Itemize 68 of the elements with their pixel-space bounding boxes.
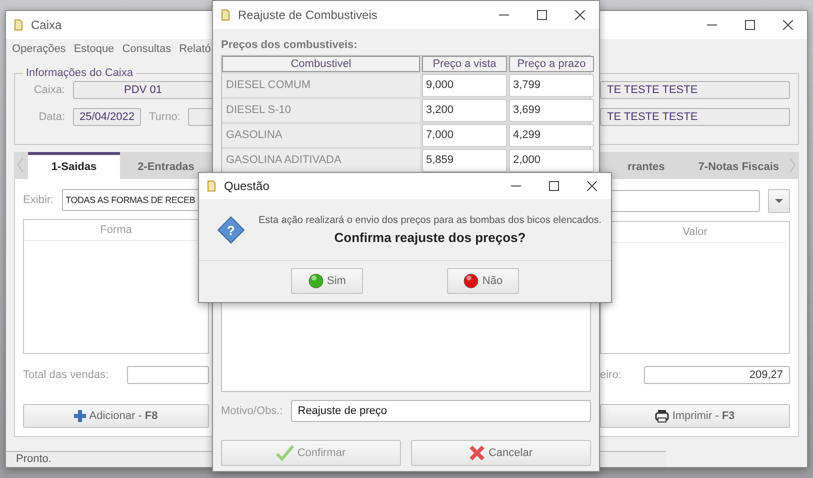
input-field[interactable]: 25/04/2022 xyxy=(73,108,141,126)
price-input[interactable]: 5,859 xyxy=(422,149,507,172)
maximize-icon[interactable] xyxy=(745,20,755,30)
question-icon: ? xyxy=(217,216,245,244)
plus-icon xyxy=(74,410,86,422)
price-input[interactable]: 3,799 xyxy=(509,74,594,97)
input-field[interactable]: Reajuste de preço xyxy=(290,400,591,422)
input-field[interactable]: TE TESTE TESTE xyxy=(600,81,790,99)
menu-item[interactable]: Consultas xyxy=(122,43,172,55)
section-title: Preços dos combustiveis: xyxy=(220,38,358,53)
sphere-icon xyxy=(463,273,480,289)
cross-icon xyxy=(469,445,486,461)
maximize-icon[interactable] xyxy=(549,181,559,191)
input-field[interactable] xyxy=(188,108,213,126)
tab[interactable]: 1-Saidas xyxy=(28,152,120,179)
field-label: Exibir: xyxy=(23,194,54,206)
field-label: Caixa: xyxy=(32,84,65,96)
dropdown-button[interactable] xyxy=(768,189,790,213)
caret-icon xyxy=(775,199,783,203)
price-input[interactable]: 3,699 xyxy=(509,99,594,122)
no-button[interactable]: Não xyxy=(447,268,519,294)
price-input[interactable]: 7,000 xyxy=(422,124,507,147)
window-title: Caixa xyxy=(31,18,63,32)
yes-button[interactable]: Sim xyxy=(291,268,363,294)
price-input[interactable]: 4,299 xyxy=(509,124,594,147)
window-title: Reajuste de Combustiveis xyxy=(238,8,378,22)
table-cell: GASOLINA xyxy=(222,124,420,147)
cancel-button[interactable]: Cancelar xyxy=(411,440,591,466)
menu-item[interactable]: Estoque xyxy=(74,43,114,55)
table-cell: DIESEL S-10 xyxy=(222,99,420,122)
tab[interactable]: 7-Notas Fiscais xyxy=(692,152,785,179)
field-label: Motivo/Obs.: xyxy=(221,405,283,417)
field-label: Total das vendas: xyxy=(23,369,110,381)
menu-item[interactable]: Relató xyxy=(179,43,211,55)
field-label: Data: xyxy=(38,111,65,123)
printer-icon xyxy=(655,409,670,423)
dialog-message: Esta ação realizará o envio dos preços para as bombas dos bicos elencados. xyxy=(258,214,602,226)
input-field[interactable]: 209,27 xyxy=(644,366,790,384)
check-icon xyxy=(276,445,294,461)
tab[interactable]: rrantes xyxy=(600,152,692,179)
print-button[interactable]: Imprimir - F3 xyxy=(600,404,790,428)
sphere-icon xyxy=(308,273,324,289)
maximize-icon[interactable] xyxy=(537,10,547,20)
group-title: Informações do Caixa xyxy=(25,67,134,79)
price-input[interactable]: 9,000 xyxy=(422,74,507,97)
menu-item[interactable]: Operações xyxy=(12,43,66,55)
field-label: Turno: xyxy=(149,111,180,123)
dialog-question: Confirma reajuste dos preços? xyxy=(334,230,526,244)
input-field[interactable]: PDV 01 xyxy=(73,81,213,99)
close-icon[interactable] xyxy=(783,20,793,30)
table-cell: GASOLINA ADITIVADA xyxy=(222,149,420,172)
dialog-title: Questão xyxy=(224,179,270,193)
input-field[interactable]: TE TESTE TESTE xyxy=(600,108,790,126)
field-label: eiro: xyxy=(600,369,622,381)
tab[interactable]: 2-Entradas xyxy=(120,152,212,179)
column-header: Preço a vista xyxy=(422,56,507,72)
input-field[interactable] xyxy=(127,366,209,384)
add-button[interactable]: Adicionar - F8 xyxy=(23,404,209,428)
document-icon xyxy=(221,9,230,21)
table-cell: DIESEL COMUM xyxy=(222,74,420,97)
price-input[interactable]: 2,000 xyxy=(509,149,594,172)
document-icon xyxy=(14,19,23,31)
column-header: Combustivel xyxy=(222,56,420,72)
column-header: Preço a prazo xyxy=(509,56,594,72)
close-icon[interactable] xyxy=(587,181,597,191)
document-icon xyxy=(207,180,216,192)
price-input[interactable]: 3,200 xyxy=(422,99,507,122)
close-icon[interactable] xyxy=(575,10,585,20)
